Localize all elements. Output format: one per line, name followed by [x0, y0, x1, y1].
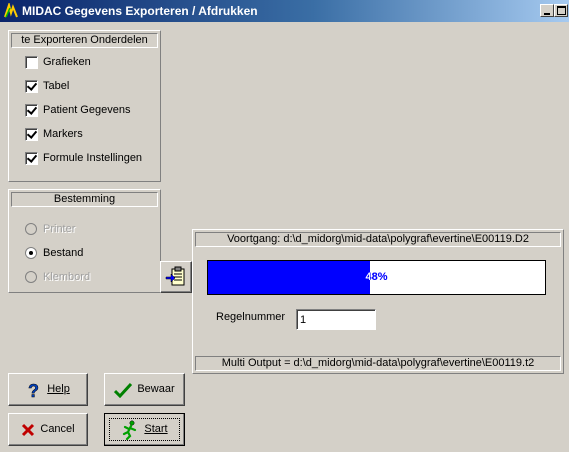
save-button-label: Bewaar — [137, 383, 175, 395]
export-parts-header: te Exporteren Onderdelen — [11, 33, 158, 48]
clipboard-arrow-icon — [165, 266, 185, 286]
checkbox-tabel-label: Tabel — [43, 80, 70, 93]
progress-percent: 48% — [365, 271, 388, 283]
checkbox-grafieken[interactable]: Grafieken — [25, 55, 91, 71]
export-parts-panel: te Exporteren Onderdelen Grafieken Tabel… — [8, 30, 161, 182]
radio-printer[interactable]: Printer — [25, 222, 75, 238]
line-number-field[interactable]: 1 — [296, 309, 376, 330]
progress-footer: Multi Output = d:\d_midorg\mid-data\poly… — [195, 356, 561, 371]
progress-panel: Voortgang: d:\d_midorg\mid-data\polygraf… — [192, 229, 564, 374]
radio-bestand-label: Bestand — [43, 247, 84, 260]
red-x-icon — [22, 423, 35, 436]
start-button-focus-rect — [109, 418, 180, 441]
cancel-button[interactable]: Cancel — [8, 413, 88, 446]
start-button[interactable]: Start — [104, 413, 185, 446]
checkbox-tabel[interactable]: Tabel — [25, 79, 69, 95]
progress-header: Voortgang: d:\d_midorg\mid-data\polygraf… — [195, 232, 561, 247]
checkbox-markers-label: Markers — [43, 128, 83, 141]
checkbox-formule-instellingen-box[interactable] — [25, 151, 38, 165]
checkbox-tabel-box[interactable] — [25, 79, 38, 93]
midac-app-icon[interactable] — [3, 3, 19, 19]
checkbox-patient-gegevens-box[interactable] — [25, 103, 38, 117]
radio-printer-label: Printer — [43, 223, 76, 236]
maximize-button[interactable] — [554, 4, 568, 17]
checkbox-patient-gegevens[interactable]: Patient Gegevens — [25, 103, 130, 119]
cancel-button-label: Cancel — [40, 423, 75, 435]
title-bar[interactable]: MIDAC Gegevens Exporteren / Afdrukken — [0, 0, 569, 22]
destination-panel: Bestemming Printer Bestand Klembord — [8, 189, 161, 293]
destination-header: Bestemming — [11, 192, 158, 207]
multi-output-label: Multi Output = d:\d_midorg\mid-data\poly… — [221, 357, 535, 369]
help-button[interactable]: ? Help — [8, 373, 88, 406]
question-mark-icon: ? — [28, 381, 40, 399]
radio-bestand-circle[interactable] — [25, 247, 37, 260]
window-title: MIDAC Gegevens Exporteren / Afdrukken — [22, 4, 258, 18]
help-button-label: Help — [47, 383, 70, 395]
radio-klembord-label: Klembord — [43, 271, 91, 284]
checkbox-formule-instellingen-label: Formule Instellingen — [43, 152, 143, 165]
green-check-icon — [114, 382, 133, 398]
checkbox-grafieken-label: Grafieken — [43, 56, 91, 69]
progress-bar: 48% — [207, 260, 546, 295]
clipboard-button[interactable] — [160, 261, 192, 293]
line-number-label: Regelnummer — [216, 311, 286, 323]
checkbox-grafieken-box[interactable] — [25, 55, 38, 69]
checkbox-formule-instellingen[interactable]: Formule Instellingen — [25, 151, 142, 167]
minimize-button[interactable] — [540, 4, 554, 17]
radio-klembord-circle[interactable] — [25, 271, 37, 284]
save-button[interactable]: Bewaar — [104, 373, 185, 406]
svg-text:?: ? — [28, 381, 39, 399]
checkbox-markers[interactable]: Markers — [25, 127, 83, 143]
radio-printer-circle[interactable] — [25, 223, 37, 236]
radio-klembord[interactable]: Klembord — [25, 270, 90, 286]
radio-bestand[interactable]: Bestand — [25, 246, 83, 262]
checkbox-patient-gegevens-label: Patient Gegevens — [43, 104, 131, 117]
checkbox-markers-box[interactable] — [25, 127, 38, 141]
